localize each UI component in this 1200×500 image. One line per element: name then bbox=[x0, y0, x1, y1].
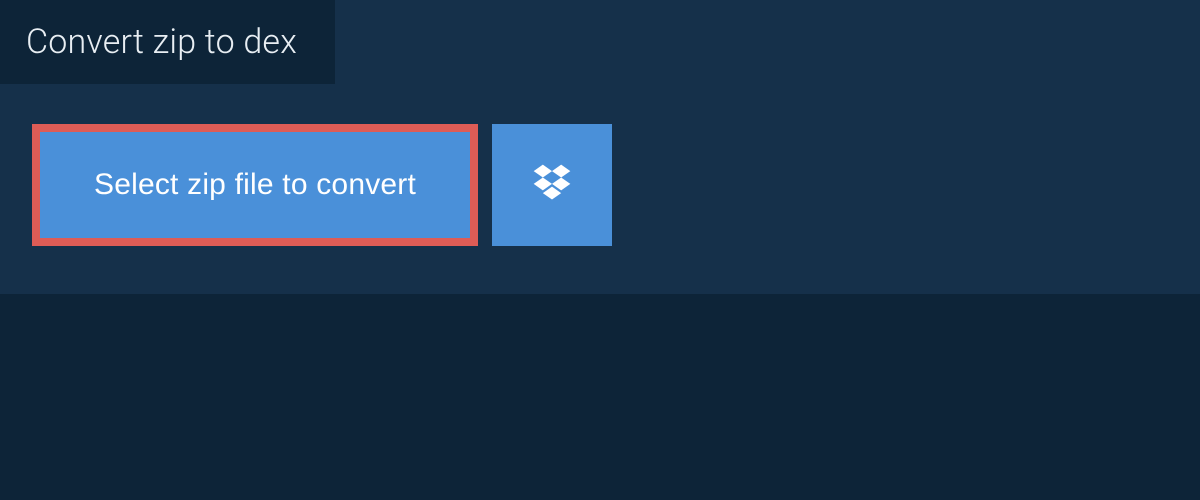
select-file-button[interactable]: Select zip file to convert bbox=[40, 132, 470, 238]
dropbox-icon bbox=[530, 161, 574, 209]
select-file-highlight: Select zip file to convert bbox=[32, 124, 478, 246]
page-title: Convert zip to dex bbox=[0, 0, 335, 84]
converter-panel: Convert zip to dex Select zip file to co… bbox=[0, 0, 1200, 294]
dropbox-button[interactable] bbox=[492, 124, 612, 246]
controls-row: Select zip file to convert bbox=[0, 84, 1200, 246]
